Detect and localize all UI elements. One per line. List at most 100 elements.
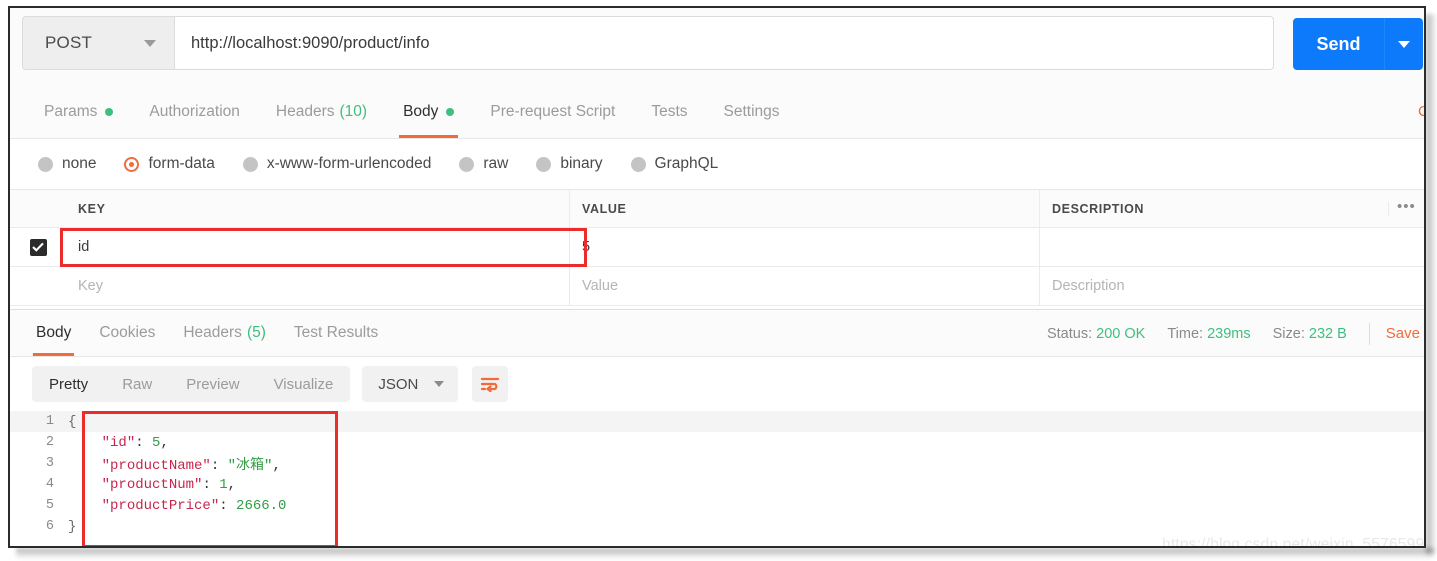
body-type-form-data[interactable]: form-data — [124, 155, 215, 173]
json-colon: : — [219, 497, 237, 514]
line-number: 3 — [45, 456, 54, 471]
radio-label: GraphQL — [654, 155, 719, 172]
save-response-button[interactable]: Save — [1386, 325, 1420, 342]
cookies-link[interactable]: Cookies — [1418, 103, 1424, 120]
body-type-binary[interactable]: binary — [536, 155, 603, 173]
radio-icon — [536, 156, 552, 172]
send-options-button[interactable] — [1385, 18, 1423, 70]
new-row-key-input[interactable]: Key — [66, 267, 570, 305]
radio-icon — [242, 156, 258, 172]
view-label: Preview — [186, 375, 240, 393]
json-key: "productNum" — [101, 476, 203, 493]
url-input[interactable]: http://localhost:9090/product/info — [174, 16, 1274, 70]
row-value-input[interactable]: 5 — [570, 228, 1040, 266]
json-key: "productPrice" — [101, 497, 220, 514]
view-preview[interactable]: Preview — [169, 366, 256, 402]
tab-label: Body — [36, 324, 72, 341]
radio-label: binary — [560, 155, 603, 172]
tab-label: Cookies — [99, 324, 156, 341]
new-row-value-input[interactable]: Value — [570, 267, 1040, 305]
line-content: "productPrice": 2666.0 — [68, 497, 287, 514]
http-method-dropdown[interactable]: POST — [22, 16, 174, 70]
response-body-viewer[interactable]: 1 { 2 "id": 5, 3 "productName": "冰箱", 4 … — [10, 411, 1424, 546]
body-type-raw[interactable]: raw — [459, 155, 508, 173]
header-checkbox-cell — [10, 190, 66, 227]
response-language-dropdown[interactable]: JSON — [362, 366, 459, 402]
language-label: JSON — [378, 375, 419, 393]
table-row: id 5 — [10, 228, 1424, 267]
new-row-value-placeholder: Value — [582, 278, 619, 294]
modified-dot-icon — [446, 108, 455, 116]
view-label: Visualize — [273, 375, 334, 393]
tab-params[interactable]: Params — [26, 86, 131, 138]
response-tab-bar: Body Cookies Headers (5) Test Results St… — [10, 309, 1424, 357]
tab-label: Test Results — [293, 324, 379, 341]
window-right-shadow — [1426, 14, 1437, 554]
chevron-down-icon — [434, 381, 445, 387]
view-label: Pretty — [49, 375, 89, 393]
request-url-bar: POST http://localhost:9090/product/info … — [10, 8, 1424, 86]
send-button-group: Send — [1293, 18, 1423, 70]
tab-count: (5) — [246, 324, 266, 341]
new-row-description-input[interactable]: Description — [1040, 267, 1424, 305]
size-badge: Size: 232 B — [1273, 326, 1347, 342]
tab-headers[interactable]: Headers (10) — [258, 86, 385, 138]
response-tab-headers[interactable]: Headers (5) — [169, 310, 280, 356]
send-button[interactable]: Send — [1293, 18, 1385, 70]
response-tab-test-results[interactable]: Test Results — [280, 310, 392, 356]
json-key: "id" — [101, 434, 136, 451]
check-icon — [32, 242, 44, 252]
tab-authorization[interactable]: Authorization — [131, 86, 257, 138]
view-label: Raw — [122, 375, 153, 393]
tab-label: Body — [403, 103, 439, 120]
body-type-graphql[interactable]: GraphQL — [630, 155, 719, 173]
table-header-row: KEY VALUE DESCRIPTION ••• — [10, 190, 1424, 228]
json-comma: , — [272, 457, 281, 474]
tab-settings[interactable]: Settings — [706, 86, 798, 138]
code-line: 4 "productNum": 1, — [10, 474, 1424, 495]
new-row-key-placeholder: Key — [78, 278, 103, 294]
line-number: 6 — [45, 519, 54, 534]
status-value: 200 OK — [1096, 325, 1146, 342]
view-pretty[interactable]: Pretty — [32, 366, 105, 402]
size-value: 232 B — [1308, 325, 1347, 342]
row-value-text: 5 — [582, 239, 591, 255]
http-method-label: POST — [45, 33, 93, 52]
time-value: 239ms — [1207, 325, 1251, 342]
status-badge: Status: 200 OK — [1047, 326, 1145, 342]
bulk-edit-button[interactable]: ••• — [1388, 199, 1416, 216]
view-visualize[interactable]: Visualize — [257, 366, 351, 402]
view-raw[interactable]: Raw — [105, 366, 169, 402]
tab-label: Authorization — [149, 103, 240, 120]
body-type-urlencoded[interactable]: x-www-form-urlencoded — [242, 155, 431, 173]
body-type-none[interactable]: none — [38, 155, 96, 173]
row-enabled-checkbox[interactable] — [29, 238, 47, 256]
json-key: "productName" — [101, 457, 211, 474]
line-content: "productName": "冰箱", — [68, 454, 281, 474]
request-tab-bar: Params Authorization Headers (10) Body P… — [10, 86, 1424, 139]
radio-icon — [459, 156, 475, 172]
code-line: 3 "productName": "冰箱", — [10, 453, 1424, 474]
row-key-input[interactable]: id — [66, 228, 570, 266]
tab-label: Pre-request Script — [490, 103, 616, 120]
tab-label: Tests — [651, 103, 688, 120]
tab-body[interactable]: Body — [385, 86, 472, 138]
row-description-input[interactable] — [1040, 228, 1424, 266]
tab-pre-request-script[interactable]: Pre-request Script — [472, 86, 633, 138]
wrap-lines-icon — [481, 377, 500, 392]
tab-tests[interactable]: Tests — [633, 86, 705, 138]
line-number: 2 — [45, 435, 54, 450]
size-label: Size: — [1272, 325, 1305, 342]
response-tab-body[interactable]: Body — [22, 310, 85, 356]
window-drop-shadow — [16, 548, 1434, 559]
modified-dot-icon — [105, 108, 114, 116]
header-key: KEY — [66, 190, 570, 227]
tab-label: Headers — [183, 324, 242, 341]
response-tab-cookies[interactable]: Cookies — [85, 310, 169, 356]
json-colon: : — [202, 476, 220, 493]
json-colon: : — [135, 434, 153, 451]
wrap-lines-button[interactable] — [472, 366, 509, 402]
json-value: 1 — [219, 476, 228, 493]
radio-label: form-data — [148, 155, 215, 172]
radio-label: raw — [483, 155, 509, 172]
